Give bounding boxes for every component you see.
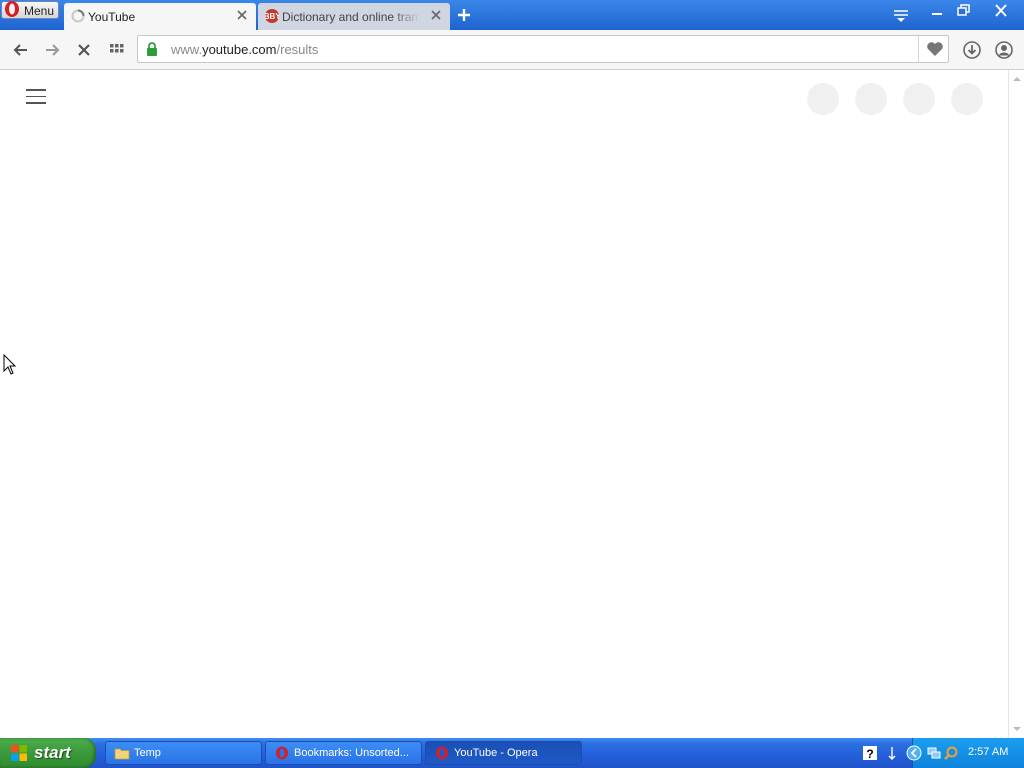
svg-text:?: ? xyxy=(866,747,873,761)
taskbar-item-youtube-opera[interactable]: YouTube - Opera xyxy=(425,741,582,765)
url-path: /results xyxy=(276,42,319,57)
search-magnifier-icon[interactable] xyxy=(943,745,959,761)
close-window-icon[interactable] xyxy=(990,2,1012,20)
opera-menu-button[interactable]: Menu xyxy=(1,1,59,19)
menu-label: Menu xyxy=(24,4,55,18)
tab-youtube[interactable]: YouTube xyxy=(64,3,256,30)
taskbar-item-label: YouTube - Opera xyxy=(454,747,538,759)
account-icon[interactable] xyxy=(994,40,1014,60)
opera-logo-icon xyxy=(5,1,19,17)
downloads-icon[interactable] xyxy=(962,40,982,60)
back-arrow-icon[interactable] xyxy=(11,40,31,60)
windows-logo-icon xyxy=(11,745,27,761)
start-button[interactable]: start xyxy=(0,738,96,768)
scroll-up-arrow-icon[interactable] xyxy=(1012,74,1022,84)
tab-dictionary[interactable]: ABBYY Dictionary and online translation xyxy=(258,3,450,30)
web-page-content xyxy=(0,70,1008,738)
taskbar-item-temp[interactable]: Temp xyxy=(105,741,262,765)
tray-collapse-chevron-icon[interactable] xyxy=(906,745,922,761)
network-status-icon[interactable] xyxy=(926,745,942,761)
language-switch-icon[interactable] xyxy=(884,745,900,761)
opera-icon xyxy=(436,746,448,760)
forward-arrow-icon[interactable] xyxy=(42,40,62,60)
dictionary-favicon-icon: ABBYY xyxy=(265,9,279,23)
speed-dial-grid-icon[interactable] xyxy=(107,40,127,60)
help-icon[interactable]: ? xyxy=(862,745,878,761)
taskbar-item-bookmarks[interactable]: Bookmarks: Unsorted... xyxy=(265,741,422,765)
restore-icon[interactable] xyxy=(953,2,975,20)
address-bar[interactable]: www.youtube.com/results xyxy=(137,35,949,63)
url-prefix: www. xyxy=(171,42,203,57)
opera-icon xyxy=(276,746,288,760)
new-tab-plus-icon[interactable] xyxy=(457,8,471,22)
mouse-cursor-icon xyxy=(3,354,17,375)
windows-taskbar: start Temp Bookmarks: Unsorted... YouTub… xyxy=(0,738,1024,768)
stop-loading-icon[interactable] xyxy=(74,40,94,60)
header-icon-placeholder xyxy=(855,83,887,115)
scroll-down-arrow-icon[interactable] xyxy=(1012,724,1022,734)
header-icon-placeholder xyxy=(903,83,935,115)
url-text: www.youtube.com/results xyxy=(171,42,318,57)
tab-title: Dictionary and online translation xyxy=(282,10,420,24)
header-icon-placeholder xyxy=(807,83,839,115)
secure-lock-icon xyxy=(147,42,157,56)
taskbar-clock: 2:57 AM xyxy=(968,746,1009,758)
tab-menu-icon[interactable] xyxy=(892,6,910,24)
hamburger-menu-icon[interactable] xyxy=(26,89,46,105)
vertical-scrollbar[interactable] xyxy=(1008,70,1024,738)
folder-icon xyxy=(114,748,130,760)
tab-title: YouTube xyxy=(88,10,136,24)
svg-text:ABBYY: ABBYY xyxy=(265,12,279,21)
browser-titlebar: Menu YouTube ABBYY Dictionary and online… xyxy=(0,0,1024,30)
browser-toolbar: www.youtube.com/results xyxy=(0,30,1024,70)
taskbar-item-label: Temp xyxy=(134,747,161,759)
close-tab-icon[interactable] xyxy=(430,9,442,21)
taskbar-item-label: Bookmarks: Unsorted... xyxy=(294,747,409,759)
address-separator xyxy=(918,36,919,62)
bookmark-heart-icon[interactable] xyxy=(926,41,944,57)
header-icon-placeholder xyxy=(951,83,983,115)
url-host: youtube.com xyxy=(202,42,277,57)
start-label: start xyxy=(34,743,71,762)
loading-spinner-icon xyxy=(71,9,85,23)
close-tab-icon[interactable] xyxy=(236,9,248,21)
system-tray: 2:57 AM xyxy=(906,738,1024,768)
minimize-icon[interactable] xyxy=(926,2,948,20)
